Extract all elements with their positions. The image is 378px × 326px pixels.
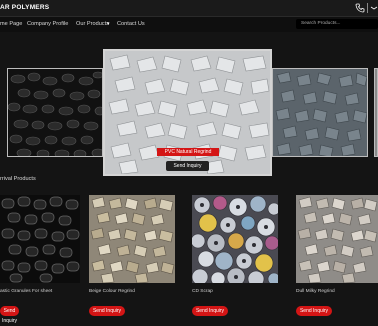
product-send-inquiry-button[interactable]: Send Inquiry bbox=[296, 306, 332, 316]
hero-caption: PVC Natural Regrind bbox=[157, 148, 219, 156]
chevron-down-icon[interactable]: ▾ bbox=[107, 21, 110, 27]
section-title: rrival Products bbox=[0, 176, 36, 182]
nav-our-products[interactable]: Our Products bbox=[76, 21, 109, 27]
hero-send-inquiry-button[interactable]: Send Inquiry bbox=[166, 161, 209, 171]
nav-contact-us[interactable]: Contact Us bbox=[117, 21, 145, 27]
product-name[interactable]: Dull Milky Regrind bbox=[296, 289, 335, 294]
product-image-cd-scrap[interactable] bbox=[192, 195, 278, 283]
product-image-beige-regrind[interactable] bbox=[89, 195, 175, 283]
product-name[interactable]: CD Scrap bbox=[192, 289, 213, 294]
phone-icon[interactable] bbox=[355, 3, 365, 13]
header-divider bbox=[367, 3, 368, 13]
product-name[interactable]: Beige Colour Regrind bbox=[89, 289, 135, 294]
product-send-inquiry-button[interactable]: Send Inquiry bbox=[89, 306, 125, 316]
nav-company-profile[interactable]: Company Profile bbox=[27, 21, 68, 27]
search-input[interactable]: Search Products... bbox=[296, 19, 378, 29]
slide-black-granules[interactable] bbox=[7, 68, 103, 157]
slide-pvc-natural-regrind[interactable] bbox=[103, 49, 272, 176]
slide-grey-regrind[interactable] bbox=[272, 68, 368, 157]
product-send-inquiry-button[interactable]: Send Inquiry bbox=[192, 306, 228, 316]
mail-icon[interactable] bbox=[370, 3, 378, 13]
product-send-inquiry-button[interactable]: Send Inquiry bbox=[0, 306, 19, 324]
product-image-milky-regrind[interactable] bbox=[296, 195, 378, 283]
top-bar: AR POLYMERS bbox=[0, 0, 378, 16]
nav-home[interactable]: me Page bbox=[0, 21, 22, 27]
product-name[interactable]: astic Granules For sheet bbox=[0, 289, 52, 294]
brand-name[interactable]: AR POLYMERS bbox=[0, 4, 49, 11]
product-image-granules[interactable] bbox=[0, 195, 80, 283]
slide-next-peek[interactable] bbox=[374, 68, 378, 157]
